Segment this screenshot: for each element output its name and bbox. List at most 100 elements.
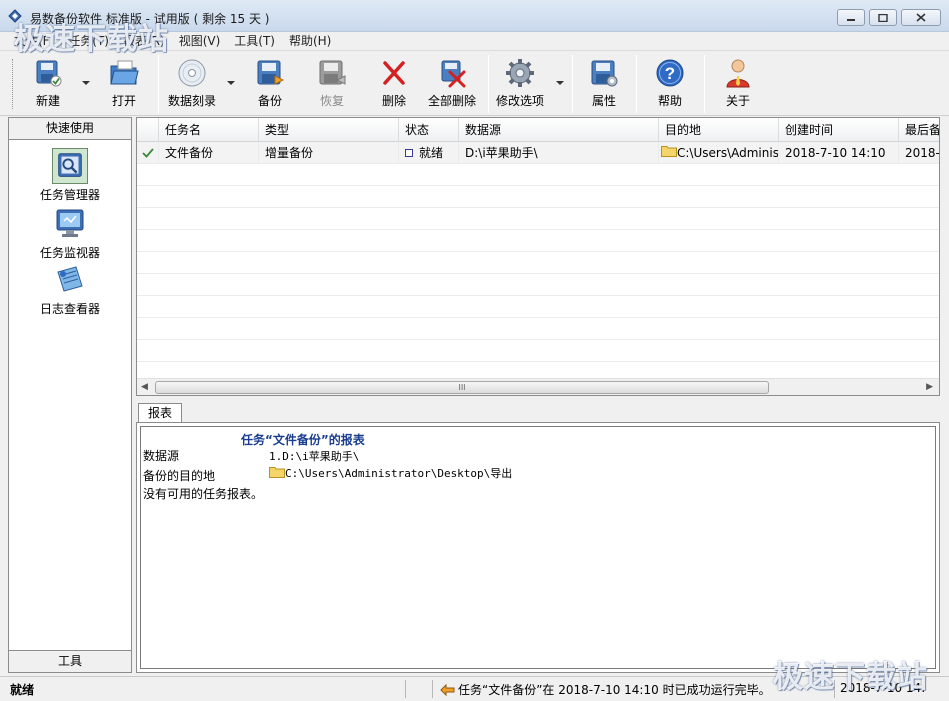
report-source-value: 1.D:\i苹果助手\ [269,450,360,463]
column-header-status[interactable]: 状态 [399,118,459,142]
list-header: 任务名 类型 状态 数据源 目的地 创建时间 最后备 [137,118,939,142]
scroll-thumb[interactable]: III [155,381,769,394]
properties-button[interactable]: 属性 [588,57,620,113]
log-viewer-icon [57,266,83,292]
backup-button[interactable]: 备份 [254,57,286,113]
toolbar-separator [158,55,159,113]
minimize-icon [847,18,855,21]
cell-last: 2018-7 [899,142,939,164]
table-row [137,274,939,296]
cell-status: 就绪 [399,142,459,164]
status-text: 就绪 [419,146,444,160]
column-header-last[interactable]: 最后备 [899,118,939,142]
horizontal-scrollbar[interactable]: ◀ III ▶ [137,378,939,395]
sidebar-item-task-manager[interactable]: 任务管理器 [9,148,131,203]
menu-help[interactable]: 帮助(H) [289,32,331,48]
column-header-destination[interactable]: 目的地 [659,118,779,142]
report-panel: 任务“文件备份”的报表 数据源 1.D:\i苹果助手\ 备份的目的地 C:\Us… [136,422,940,673]
open-button[interactable]: 打开 [108,57,140,113]
about-person-icon [726,59,750,88]
cell-type: 增量备份 [259,142,399,164]
delete-x-icon [383,61,405,85]
menu-view[interactable]: 视图(V) [179,32,221,48]
task-manager-icon [52,148,88,184]
disc-icon [178,59,206,87]
options-label: 修改选项 [496,94,545,108]
destination-text: C:\Users\Adminis [677,146,779,160]
scroll-right-arrow-icon[interactable]: ▶ [926,382,933,392]
table-row [137,230,939,252]
column-header-type[interactable]: 类型 [259,118,399,142]
sidebar-item-log-viewer[interactable]: 日志查看器 [9,262,131,317]
properties-label: 属性 [591,94,616,108]
watermark-bottom: 极速下载站 [773,660,928,695]
tools-footer[interactable]: 工具 [9,650,131,672]
status-ready: 就绪 [10,683,35,697]
report-dest-value: C:\Users\Administrator\Desktop\导出 [269,465,512,481]
status-divider [405,680,406,698]
open-folder-icon [110,60,139,85]
report-empty-message: 没有可用的任务报表。 [143,487,264,501]
table-row[interactable]: 文件备份 增量备份 就绪 D:\i苹果助手\ C:\Users\Adminis … [137,142,939,164]
column-header-check[interactable] [137,118,159,142]
folder-icon [269,467,285,478]
about-button[interactable]: 关于 [722,57,754,113]
column-header-name[interactable]: 任务名 [159,118,259,142]
minimize-button[interactable] [837,9,865,26]
table-row [137,164,939,186]
burn-label: 数据刻录 [168,94,217,108]
table-row [137,208,939,230]
delete-button[interactable]: 删除 [378,57,410,113]
new-dropdown-icon[interactable] [82,79,90,87]
help-button[interactable]: ? 帮助 [654,57,686,113]
toolbar-separator [704,55,705,113]
close-button[interactable] [901,9,941,26]
about-label: 关于 [725,94,750,108]
tab-report[interactable]: 报表 [138,403,182,423]
new-task-icon [36,60,62,87]
report-source-label: 数据源 [143,449,180,463]
folder-icon [661,146,677,157]
scroll-left-arrow-icon[interactable]: ◀ [141,382,148,392]
toolbar-grip[interactable] [12,59,15,109]
backup-label: 备份 [257,94,282,108]
table-row [137,186,939,208]
burn-button[interactable]: 数据刻录 [168,57,216,113]
check-icon [142,148,154,158]
sidebar-item-task-monitor[interactable]: 任务监视器 [9,206,131,261]
new-button[interactable]: 新建 [32,57,64,113]
task-complete-icon [440,683,455,697]
toolbar-separator [572,55,573,113]
help-question-icon: ? [656,59,684,87]
toolbar-separator [488,55,489,113]
column-header-created[interactable]: 创建时间 [779,118,899,142]
maximize-button[interactable] [869,9,897,26]
sidebar-item-label: 任务监视器 [39,246,100,260]
task-monitor-icon [56,209,84,237]
report-title: 任务“文件备份”的报表 [241,433,365,447]
close-icon [916,13,926,22]
delete-all-icon [441,60,466,88]
cell-source: D:\i苹果助手\ [459,142,659,164]
table-row [137,318,939,340]
status-ready-icon [405,149,413,157]
row-check-cell [137,142,159,164]
column-header-source[interactable]: 数据源 [459,118,659,142]
svg-text:?: ? [665,64,675,83]
sidebar-item-label: 日志查看器 [39,302,100,316]
restore-button[interactable]: 恢复 [316,57,348,113]
quick-use-header[interactable]: 快速使用 [9,118,131,140]
maximize-icon [878,13,888,22]
delete-all-button[interactable]: 全部删除 [428,57,476,113]
delete-all-label: 全部删除 [428,94,477,108]
options-button[interactable]: 修改选项 [496,57,544,113]
burn-dropdown-icon[interactable] [227,79,235,87]
table-row [137,252,939,274]
report-dest-label: 备份的目的地 [143,469,216,483]
restore-icon [319,60,346,85]
watermark-top: 极速下载站 [14,22,169,57]
options-dropdown-icon[interactable] [556,79,564,87]
restore-label: 恢复 [319,94,344,108]
table-row [137,340,939,362]
menu-tools[interactable]: 工具(T) [234,32,275,48]
